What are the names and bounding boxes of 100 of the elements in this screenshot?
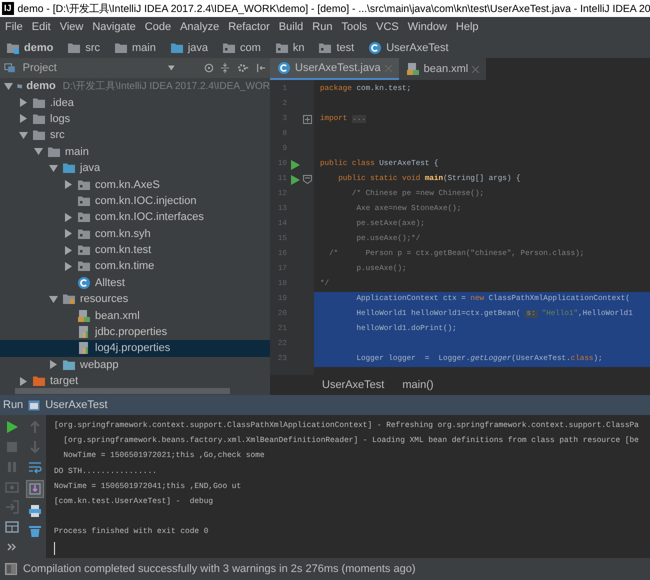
- menu-item[interactable]: Help: [456, 21, 479, 33]
- tree-item[interactable]: main: [0, 144, 270, 160]
- project-view-icon: [4, 62, 16, 74]
- breadcrumb-item[interactable]: UserAxeTest: [322, 379, 384, 391]
- breadcrumb-item[interactable]: src: [67, 40, 100, 54]
- expand-arrow-icon[interactable]: [64, 180, 73, 190]
- package-icon: [77, 178, 91, 192]
- tree-item[interactable]: target: [0, 373, 270, 388]
- expand-arrow-icon[interactable]: [64, 229, 73, 238]
- breadcrumb-item[interactable]: java: [170, 40, 208, 54]
- tree-item[interactable]: com.kn.IOC.injection: [0, 192, 270, 210]
- scroll-to-end-icon[interactable]: [26, 480, 44, 498]
- class-icon: [77, 276, 91, 290]
- menu-item[interactable]: Run: [312, 21, 332, 33]
- folder-icon: [47, 144, 61, 159]
- unfold-icon[interactable]: [303, 115, 312, 124]
- breadcrumb-item[interactable]: UserAxeTest: [368, 40, 449, 54]
- hide-icon[interactable]: [256, 62, 266, 74]
- expand-arrow-icon[interactable]: [49, 294, 58, 304]
- tree-item[interactable]: com.kn.IOC.interfaces: [0, 209, 270, 226]
- menu-item[interactable]: Code: [144, 21, 172, 33]
- breadcrumb-item[interactable]: main: [114, 40, 156, 54]
- run-icon[interactable]: [291, 160, 300, 170]
- folder-icon: [32, 96, 46, 110]
- tree-item[interactable]: com.kn.test: [0, 242, 270, 258]
- menu-item[interactable]: View: [60, 21, 84, 33]
- settings-icon[interactable]: [237, 62, 250, 74]
- folder-icon: [62, 358, 76, 372]
- tree-item[interactable]: java: [0, 160, 270, 176]
- crosshair-icon[interactable]: [204, 62, 214, 74]
- breadcrumb-item[interactable]: kn: [274, 40, 304, 54]
- layout-icon[interactable]: [4, 520, 18, 534]
- tree-item[interactable]: .idea: [0, 94, 270, 111]
- tree-item[interactable]: resources: [0, 291, 270, 308]
- menu-item[interactable]: VCS: [376, 21, 399, 33]
- window-icon: [28, 400, 40, 410]
- menu-item[interactable]: Build: [278, 21, 304, 33]
- text-cursor: [54, 542, 55, 556]
- caret-icon[interactable]: [168, 65, 175, 71]
- panel-toggle-icon[interactable]: [5, 563, 17, 575]
- expand-arrow-icon[interactable]: [34, 147, 43, 156]
- package-icon: [222, 40, 236, 54]
- menu-item[interactable]: Window: [408, 21, 447, 33]
- trash-icon[interactable]: [28, 524, 42, 538]
- soft-wrap-icon[interactable]: [28, 460, 42, 474]
- window-title: demo - [D:\开发工具\IntelliJ IDEA 2017.2.4\IDEA_WORK\demo] - [demo] - ...\src\main\java\com\kn\test\UserAxeTest.java - IntelliJ IDEA 20: [18, 2, 650, 16]
- folder-icon: [32, 128, 46, 142]
- xml-file-icon: [406, 62, 420, 76]
- scrollbar-thumb[interactable]: [15, 388, 230, 394]
- tree-item[interactable]: demo D:\开发工具\IntelliJ IDEA 2017.2.4\IDEA_WOR: [0, 78, 270, 94]
- class-icon: [277, 61, 291, 75]
- fold-icon[interactable]: [303, 175, 312, 184]
- breadcrumb-item[interactable]: main(): [402, 379, 434, 391]
- folder-icon: [62, 292, 76, 306]
- tree-item[interactable]: com.kn.time: [0, 258, 270, 275]
- package-icon: [77, 259, 91, 274]
- expand-arrow-icon[interactable]: [19, 130, 28, 140]
- properties-file-icon: [77, 325, 91, 340]
- run-icon[interactable]: [4, 420, 18, 434]
- expand-arrow-icon[interactable]: [49, 164, 58, 173]
- package-icon: [77, 243, 91, 258]
- breadcrumb-item[interactable]: demo: [6, 40, 54, 54]
- expand-arrow-icon[interactable]: [64, 246, 73, 255]
- expand-arrow-icon[interactable]: [19, 376, 28, 386]
- expand-arrow-icon[interactable]: [64, 262, 73, 271]
- run-config-tab[interactable]: UserAxeTest: [45, 399, 108, 411]
- project-path: D:\开发工具\IntelliJ IDEA 2017.2.4\IDEA_WOR: [62, 80, 270, 94]
- editor-tab[interactable]: bean.xml: [398, 58, 486, 80]
- menu-item[interactable]: Tools: [341, 21, 368, 33]
- collapse-icon[interactable]: [220, 62, 230, 74]
- breadcrumb-item[interactable]: test: [318, 40, 354, 54]
- editor-tab[interactable]: UserAxeTest.java: [270, 58, 399, 80]
- properties-file-icon: [77, 341, 91, 356]
- expand-arrow-icon[interactable]: [64, 212, 73, 222]
- tree-item[interactable]: Alltest: [0, 274, 270, 292]
- menu-item[interactable]: Refactor: [228, 21, 270, 33]
- breadcrumb-item[interactable]: com: [222, 40, 261, 54]
- tree-item[interactable]: log4j.properties: [0, 340, 270, 357]
- expand-arrow-icon[interactable]: [19, 114, 28, 124]
- expand-arrow-icon[interactable]: [19, 98, 28, 108]
- tree-item[interactable]: logs: [0, 110, 270, 128]
- module-icon: [6, 40, 20, 54]
- expand-arrow-icon[interactable]: [4, 82, 13, 91]
- menu-item[interactable]: File: [5, 21, 23, 33]
- panel-title[interactable]: Project: [22, 62, 57, 74]
- menu-item[interactable]: Analyze: [180, 21, 220, 33]
- tree-item[interactable]: jdbc.properties: [0, 324, 270, 340]
- tree-item[interactable]: com.kn.AxeS: [0, 176, 270, 193]
- expand-arrow-icon[interactable]: [49, 360, 58, 370]
- run-icon[interactable]: [291, 174, 300, 184]
- printer-icon[interactable]: [28, 504, 42, 518]
- folder-icon: [32, 112, 46, 126]
- tree-item[interactable]: bean.xml: [0, 307, 270, 324]
- menu-item[interactable]: Edit: [32, 21, 51, 33]
- tree-item[interactable]: webapp: [0, 356, 270, 374]
- panel-title[interactable]: Run: [3, 399, 24, 411]
- package-icon: [77, 194, 91, 208]
- menu-item[interactable]: Navigate: [92, 21, 136, 33]
- tree-item[interactable]: com.kn.syh: [0, 226, 270, 242]
- tree-item[interactable]: src: [0, 127, 270, 144]
